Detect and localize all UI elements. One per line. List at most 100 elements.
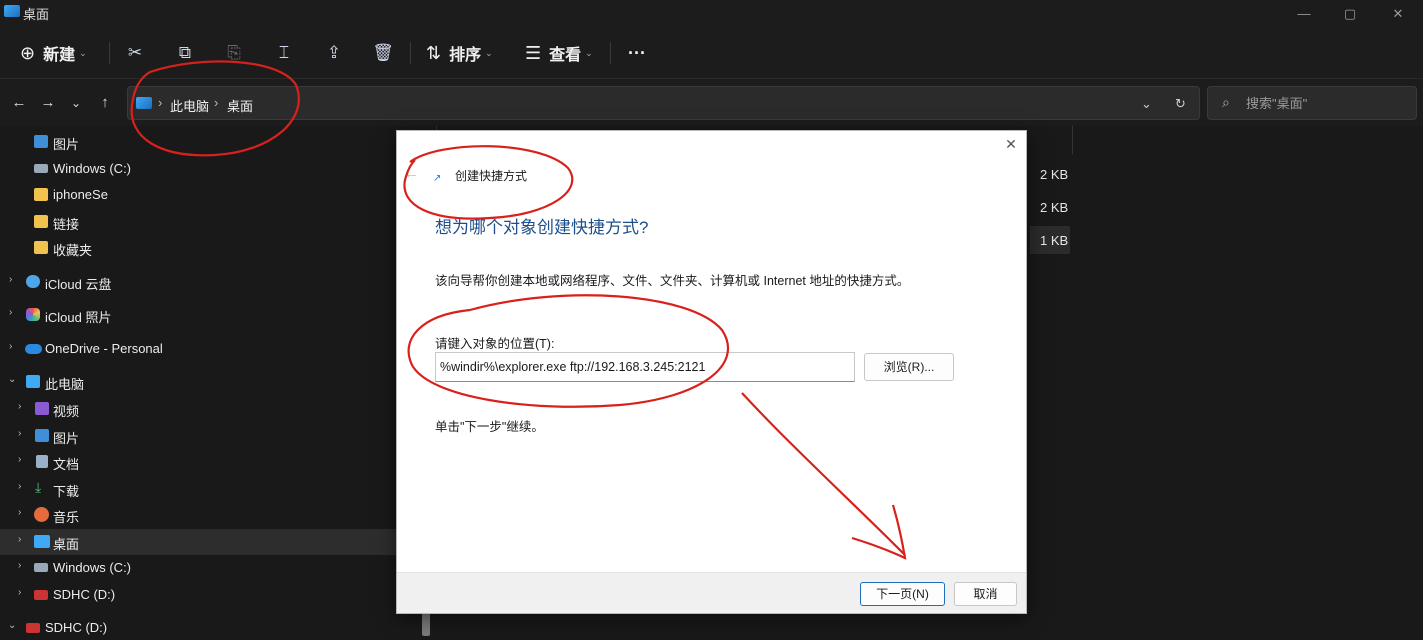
wizard-description: 该向导帮你创建本地或网络程序、文件、文件夹、计算机或 Internet 地址的快…	[435, 274, 910, 288]
chevron-right-icon[interactable]: ›	[18, 454, 21, 465]
navigation-pane: 图片 Windows (C:) iphoneSe 链接 收藏夹 › iCloud…	[0, 126, 420, 640]
sidebar-item-pictures[interactable]: 图片	[0, 129, 396, 155]
chevron-right-icon[interactable]: ›	[9, 307, 12, 318]
next-button[interactable]: 下一页(N)	[860, 582, 945, 606]
sidebar-item-label: 链接	[53, 217, 80, 232]
column-divider[interactable]	[1072, 126, 1073, 154]
cut-icon[interactable]: ✂	[123, 41, 147, 65]
sidebar-item-windows-c[interactable]: Windows (C:)	[0, 156, 396, 182]
plus-circle-icon: ⊕	[20, 42, 36, 63]
chevron-right-icon[interactable]: ›	[18, 401, 21, 412]
drive-icon	[34, 164, 48, 173]
chevron-down-icon[interactable]: ⌄	[8, 374, 16, 385]
location-input[interactable]	[435, 352, 855, 382]
sidebar-item-label: SDHC (D:)	[53, 587, 116, 602]
chevron-down-icon: ⌄	[79, 47, 87, 58]
breadcrumb-this-pc[interactable]: 此电脑	[170, 96, 209, 115]
search-box[interactable]: ⌕	[1207, 86, 1417, 120]
search-input[interactable]	[1246, 94, 1406, 112]
sidebar-item-label: 收藏夹	[53, 243, 93, 258]
folder-icon	[34, 215, 48, 228]
sidebar-item-links[interactable]: 链接	[0, 209, 396, 235]
sidebar-item-label: iphoneSe	[53, 187, 108, 202]
chevron-right-icon[interactable]: ›	[18, 560, 21, 571]
view-button-label: 查看	[549, 47, 582, 64]
chevron-right-icon[interactable]: ›	[18, 428, 21, 439]
rename-icon[interactable]: ⌶	[272, 41, 296, 65]
close-dialog-button[interactable]: ✕	[1003, 136, 1019, 152]
pictures-icon	[34, 135, 48, 148]
chevron-right-icon[interactable]: ›	[18, 587, 21, 598]
sidebar-item-label: 视频	[53, 404, 80, 419]
address-bar[interactable]: › 此电脑 › 桌面 ⌄ ↻	[127, 86, 1200, 120]
sidebar-item-onedrive[interactable]: › OneDrive - Personal	[0, 336, 396, 362]
wizard-back-button[interactable]: ←	[403, 165, 419, 183]
chevron-right-icon[interactable]: ›	[18, 481, 21, 492]
sort-button[interactable]: ⇅ 排序 ⌄	[426, 40, 493, 66]
toolbar-divider	[109, 42, 110, 64]
sidebar-item-label: 图片	[53, 137, 80, 152]
sidebar-item-videos[interactable]: › 视频	[0, 396, 396, 422]
new-button[interactable]: ⊕ 新建 ⌄	[20, 40, 87, 66]
desktop-icon	[34, 535, 50, 548]
sidebar-item-sdhc-d-root[interactable]: ⌄ SDHC (D:)	[0, 615, 396, 640]
maximize-button[interactable]: ▢	[1327, 4, 1373, 24]
this-pc-icon	[26, 375, 40, 388]
sidebar-item-sdhc-d[interactable]: › SDHC (D:)	[0, 582, 396, 608]
breadcrumb-separator: ›	[158, 95, 163, 110]
chevron-right-icon[interactable]: ›	[18, 507, 21, 518]
sidebar-item-label: iCloud 云盘	[45, 277, 112, 292]
command-bar: ⊕ 新建 ⌄ ✂ ⧉ ⎘ ⌶ ⇪ 🗑 ⇅ 排序 ⌄ ☰ 查看 ⌄ ···	[0, 28, 1423, 78]
create-shortcut-dialog: ✕ ← ↗ 创建快捷方式 想为哪个对象创建快捷方式? 该向导帮你创建本地或网络程…	[396, 130, 1027, 614]
breadcrumb-desktop[interactable]: 桌面	[227, 96, 253, 115]
wizard-title: 创建快捷方式	[455, 169, 528, 183]
folder-icon	[34, 241, 48, 254]
pictures-icon	[35, 429, 49, 442]
view-button[interactable]: ☰ 查看 ⌄	[525, 40, 593, 66]
downloads-icon: ⤓	[35, 479, 42, 495]
share-icon[interactable]: ⇪	[322, 41, 346, 65]
forward-button[interactable]: →	[37, 92, 59, 114]
sidebar-item-music[interactable]: › 音乐	[0, 502, 396, 528]
minimize-button[interactable]: —	[1281, 4, 1327, 24]
sidebar-item-windows-c-2[interactable]: › Windows (C:)	[0, 555, 396, 581]
drive-icon	[34, 563, 48, 572]
toolbar-divider	[610, 42, 611, 64]
close-window-button[interactable]: ✕	[1375, 4, 1421, 24]
paste-icon[interactable]: ⎘	[222, 41, 246, 65]
chevron-right-icon[interactable]: ›	[9, 274, 12, 285]
window-title: 桌面	[23, 7, 50, 22]
sidebar-item-downloads[interactable]: › ⤓ 下载	[0, 476, 396, 502]
address-dropdown-icon[interactable]: ⌄	[1141, 96, 1152, 112]
icloud-drive-icon	[26, 275, 40, 288]
sidebar-item-icloud-drive[interactable]: › iCloud 云盘	[0, 269, 396, 295]
browse-button[interactable]: 浏览(R)...	[864, 353, 954, 381]
sidebar-item-desktop[interactable]: › 桌面	[0, 529, 396, 555]
sidebar-item-label: SDHC (D:)	[45, 620, 108, 635]
more-options-button[interactable]: ···	[628, 40, 646, 66]
music-icon	[34, 507, 49, 522]
up-button[interactable]: ↑	[94, 92, 116, 114]
sidebar-item-documents[interactable]: › 文档	[0, 449, 396, 475]
cancel-button[interactable]: 取消	[954, 582, 1017, 606]
sidebar-item-iphonese[interactable]: iphoneSe	[0, 182, 396, 208]
continue-hint: 单击"下一步"继续。	[435, 420, 544, 434]
dialog-footer: 下一页(N) 取消	[397, 572, 1026, 613]
copy-icon[interactable]: ⧉	[173, 41, 197, 65]
sidebar-item-favorites[interactable]: 收藏夹	[0, 235, 396, 261]
sidebar-item-icloud-photos[interactable]: › iCloud 照片	[0, 302, 396, 328]
delete-icon[interactable]: 🗑	[371, 41, 395, 65]
sidebar-item-this-pc[interactable]: ⌄ 此电脑	[0, 369, 396, 395]
recent-locations-button[interactable]: ⌄	[65, 92, 87, 114]
new-button-label: 新建	[43, 47, 76, 64]
back-button[interactable]: ←	[8, 92, 30, 114]
chevron-right-icon[interactable]: ›	[9, 341, 12, 352]
title-bar: 桌面 — ▢ ✕	[0, 0, 1423, 28]
sidebar-item-pictures-2[interactable]: › 图片	[0, 423, 396, 449]
refresh-icon[interactable]: ↻	[1175, 96, 1186, 112]
breadcrumb-separator: ›	[214, 95, 219, 110]
chevron-down-icon[interactable]: ⌄	[8, 620, 16, 631]
chevron-right-icon[interactable]: ›	[18, 534, 21, 545]
sidebar-scrollbar[interactable]	[422, 612, 430, 636]
navigation-bar: ← → ⌄ ↑ › 此电脑 › 桌面 ⌄ ↻ ⌕	[0, 78, 1423, 126]
